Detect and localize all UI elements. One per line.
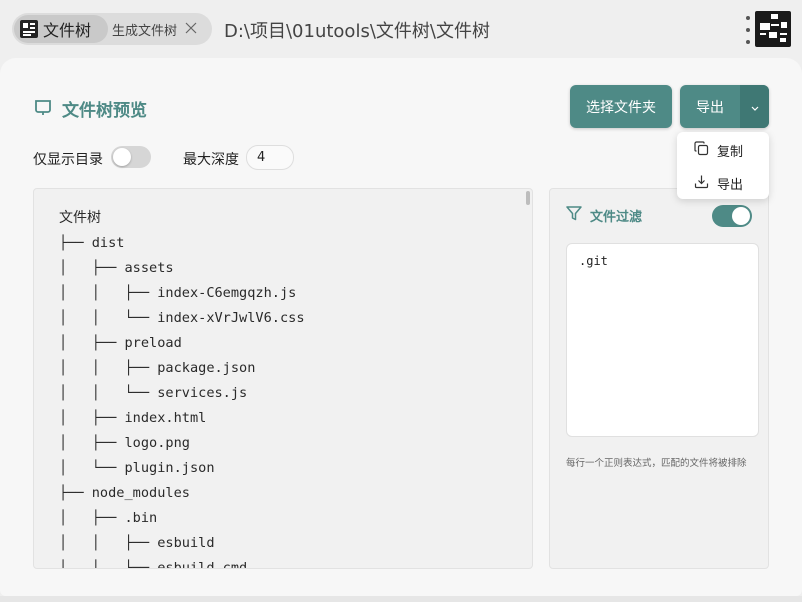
- tree-line: │ ├── logo.png: [59, 435, 190, 451]
- menu-item-export[interactable]: 导出: [677, 167, 769, 199]
- tree-output: 文件树 ├── dist │ ├── assets │ │ ├── index-C6e…: [59, 206, 305, 569]
- filter-icon: [566, 206, 582, 225]
- filter-textarea[interactable]: .git: [566, 243, 759, 437]
- tab-label: 文件树: [43, 21, 92, 40]
- tree-line: │ ├── assets: [59, 260, 174, 276]
- menu-item-copy[interactable]: 复制: [677, 134, 769, 166]
- tree-line: │ │ ├── esbuild: [59, 535, 215, 551]
- filter-toggle[interactable]: [712, 205, 752, 227]
- dirs-only-label: 仅显示目录: [33, 152, 103, 168]
- tree-line: ├── node_modules: [59, 485, 190, 501]
- tree-line: │ │ ├── package.json: [59, 360, 256, 376]
- options-row: 仅显示目录 最大深度 4: [33, 145, 333, 170]
- tree-line: │ │ └── services.js: [59, 385, 248, 401]
- path-title: D:\项目\01utools\文件树\文件树: [224, 21, 490, 42]
- export-split-button: 导出: [680, 85, 769, 128]
- tree-line: │ │ └── index-xVrJwlV6.css: [59, 310, 305, 326]
- filter-hint: 每行一个正则表达式，匹配的文件将被排除: [566, 458, 747, 469]
- filter-title: 文件过滤: [590, 210, 643, 225]
- tree-preview-panel[interactable]: 文件树 ├── dist │ ├── assets │ │ ├── index-C6e…: [33, 188, 533, 569]
- more-options-icon[interactable]: [745, 16, 751, 44]
- export-button[interactable]: 导出: [680, 85, 740, 128]
- tree-line: │ └── plugin.json: [59, 460, 215, 476]
- tab-group: 文件树 生成文件树: [12, 13, 212, 45]
- menu-item-label: 导出: [717, 177, 744, 193]
- page-title: 文件树预览: [62, 101, 147, 121]
- max-depth-input[interactable]: 4: [246, 145, 294, 170]
- tree-line: │ ├── preload: [59, 335, 182, 351]
- export-dropdown-menu: 复制 导出: [677, 132, 769, 199]
- max-depth-label: 最大深度: [183, 152, 239, 168]
- tab-generate-tree[interactable]: 生成文件树: [112, 15, 210, 43]
- scrollbar[interactable]: [526, 191, 530, 205]
- app-window: 文件树 生成文件树 D:\项目\01utools\文件树\文件树 文件树预览 选…: [0, 0, 802, 602]
- window-bottom-edge: [0, 596, 802, 602]
- tree-line: │ ├── index.html: [59, 410, 207, 426]
- select-folder-button[interactable]: 选择文件夹: [570, 85, 672, 128]
- close-icon[interactable]: [185, 21, 197, 37]
- tree-line: │ ├── .bin: [59, 510, 158, 526]
- filter-header: 文件过滤: [566, 206, 642, 225]
- chevron-down-icon: [750, 97, 760, 116]
- tree-line: │ │ └── esbuild.cmd: [59, 560, 248, 569]
- tab-file-tree[interactable]: 文件树: [14, 15, 108, 43]
- menu-item-label: 复制: [717, 144, 744, 160]
- tree-line: │ │ ├── index-C6emgqzh.js: [59, 285, 297, 301]
- title-bar: 文件树 生成文件树 D:\项目\01utools\文件树\文件树: [0, 0, 802, 58]
- dirs-only-toggle[interactable]: [111, 146, 151, 168]
- download-icon: [694, 174, 709, 193]
- export-menu-toggle[interactable]: [740, 85, 769, 128]
- preview-header: 文件树预览: [34, 96, 147, 121]
- copy-icon: [694, 140, 709, 160]
- tree-line: ├── dist: [59, 235, 125, 251]
- plugin-logo: [755, 11, 791, 47]
- tree-line: 文件树: [59, 210, 101, 226]
- monitor-icon: [34, 98, 52, 120]
- filter-panel: 文件过滤 .git 每行一个正则表达式，匹配的文件将被排除: [549, 188, 769, 569]
- tab-label: 生成文件树: [112, 23, 178, 39]
- app-icon: [20, 20, 38, 38]
